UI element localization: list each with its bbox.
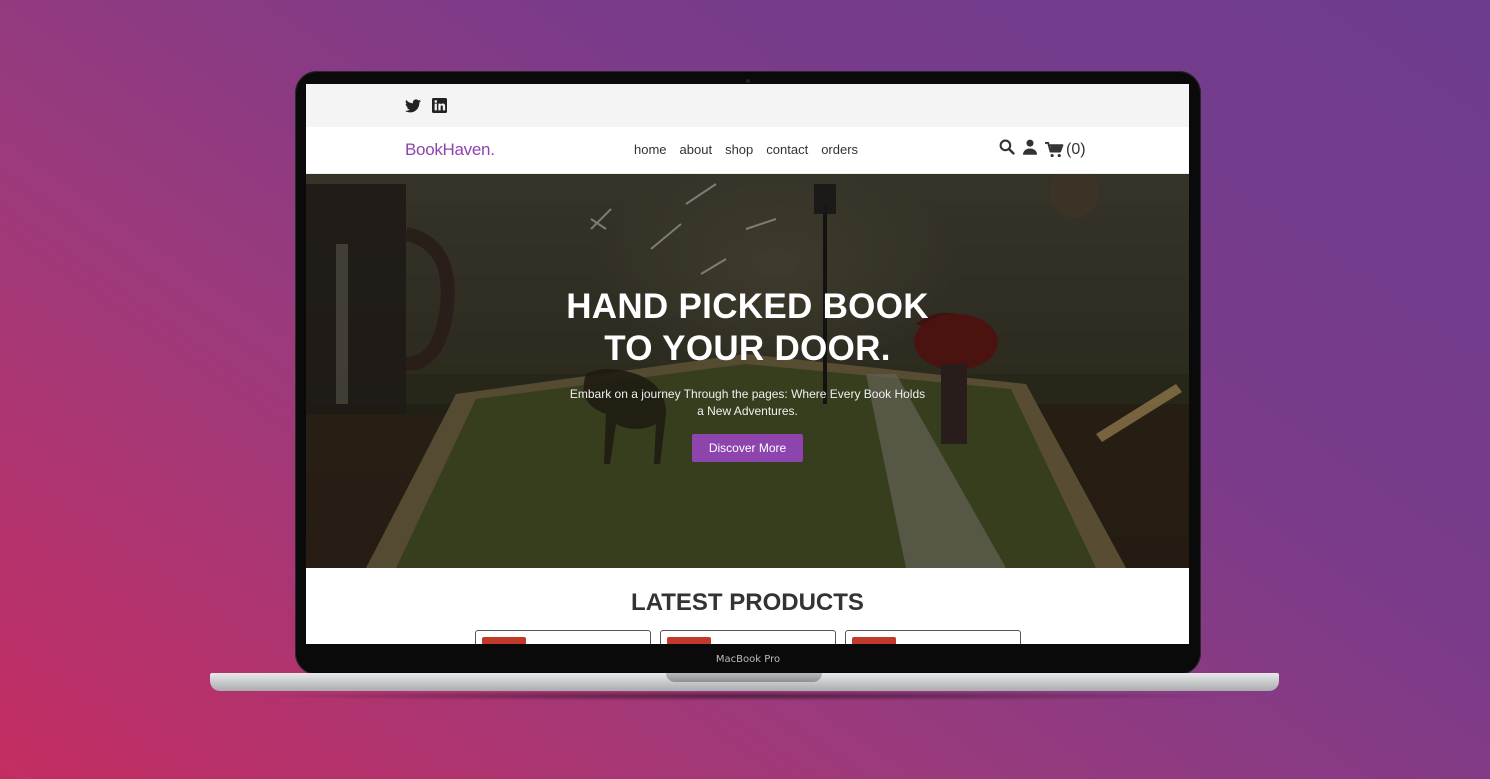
hero-subtitle: Embark on a journey Through the pages: W… — [569, 387, 926, 418]
product-card[interactable] — [659, 630, 836, 644]
product-badge — [666, 637, 711, 644]
nav-icons: (0) — [999, 139, 1086, 160]
cart-button[interactable]: (0) — [1045, 141, 1086, 159]
latest-products-section: LATEST PRODUCTS — [306, 568, 1189, 644]
site-logo[interactable]: BookHaven. — [405, 140, 495, 160]
device-label: MacBook Pro — [715, 654, 781, 665]
nav-orders[interactable]: orders — [821, 142, 858, 157]
screen: BookHaven. home about shop contact order… — [306, 84, 1189, 644]
linkedin-icon[interactable] — [431, 98, 447, 114]
product-card[interactable] — [474, 630, 651, 644]
cart-count: (0) — [1066, 140, 1086, 158]
camera-dot — [746, 79, 750, 83]
nav-links: home about shop contact orders — [634, 142, 858, 157]
top-bar — [306, 84, 1189, 127]
user-icon[interactable] — [1023, 139, 1037, 160]
laptop-base-notch — [666, 673, 822, 682]
discover-more-button[interactable]: Discover More — [691, 434, 804, 462]
product-badge — [481, 637, 526, 644]
product-badge — [851, 637, 896, 644]
main-navbar: BookHaven. home about shop contact order… — [306, 127, 1189, 174]
search-icon[interactable] — [999, 139, 1015, 160]
twitter-icon[interactable] — [405, 98, 421, 114]
hero-content: HAND PICKED BOOK TO YOUR DOOR. Embark on… — [306, 286, 1189, 462]
product-cards — [306, 630, 1189, 644]
nav-shop[interactable]: shop — [725, 142, 753, 157]
laptop-shadow — [240, 691, 1250, 701]
hero-title: HAND PICKED BOOK TO YOUR DOOR. — [538, 286, 958, 370]
nav-home[interactable]: home — [634, 142, 667, 157]
product-card[interactable] — [844, 630, 1021, 644]
nav-contact[interactable]: contact — [766, 142, 808, 157]
hero-title-line-1: HAND PICKED BOOK — [566, 287, 929, 326]
cart-icon — [1045, 141, 1064, 157]
nav-about[interactable]: about — [680, 142, 713, 157]
hero-title-line-2: TO YOUR DOOR. — [604, 329, 891, 368]
latest-products-title: LATEST PRODUCTS — [631, 589, 864, 616]
hero-banner: HAND PICKED BOOK TO YOUR DOOR. Embark on… — [306, 174, 1189, 568]
